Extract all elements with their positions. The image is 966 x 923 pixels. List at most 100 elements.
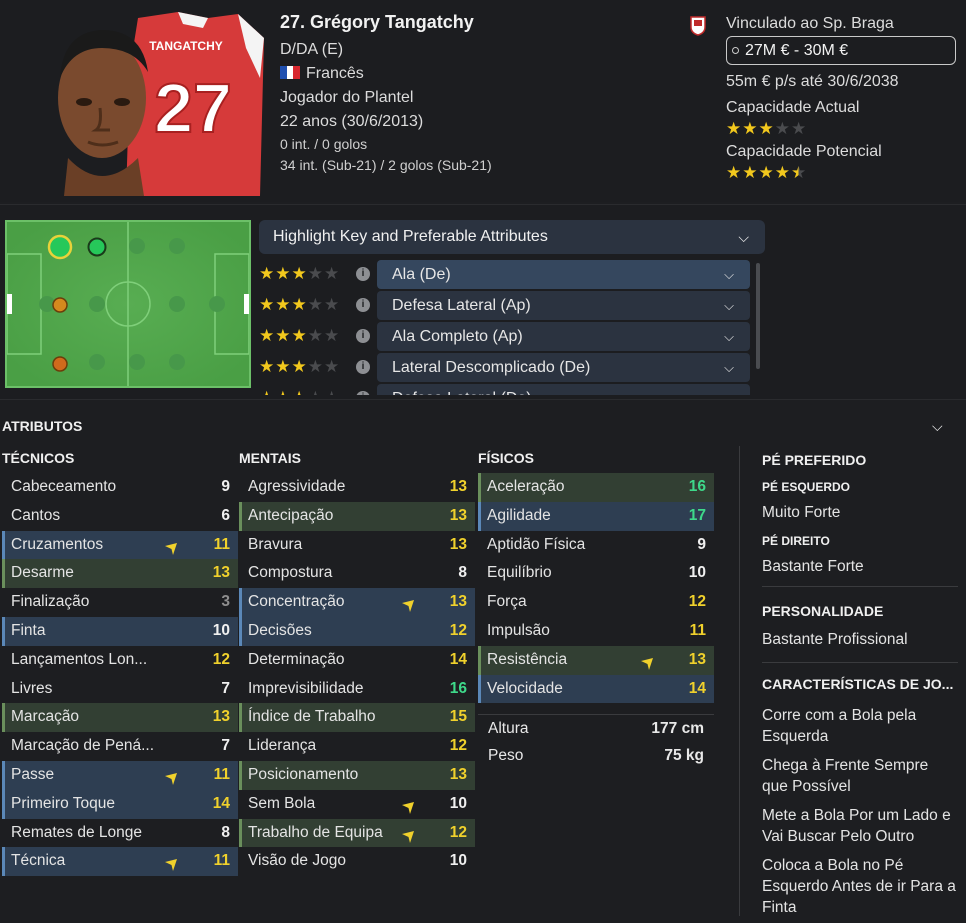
attribute-label: Velocidade <box>487 679 563 697</box>
left-foot-value: Muito Forte <box>762 504 841 521</box>
info-icon[interactable]: i <box>356 329 370 343</box>
role-row[interactable]: ★ ★ ★ ★ ★ i Ala (De) ⌵ <box>258 260 750 289</box>
role-row[interactable]: ★ ★ ★ ★ ★ i Defesa Lateral (Ap) ⌵ <box>258 291 750 320</box>
role-key-arrow-icon <box>164 538 178 555</box>
accomplished-position-marker[interactable] <box>87 237 107 257</box>
role-rating-stars: ★★★★★ <box>259 265 339 283</box>
physical-attribute-row[interactable]: Velocidade 14 <box>478 674 714 704</box>
attribute-label: Bravura <box>248 535 303 553</box>
physical-attribute-row[interactable]: Agilidade 17 <box>478 501 714 531</box>
star-icon: ★ <box>259 295 275 314</box>
mental-attribute-row[interactable]: Imprevisibilidade 16 <box>239 675 475 704</box>
roles-dropdown[interactable]: Highlight Key and Preferable Attributes … <box>259 220 765 254</box>
club-crest-icon[interactable] <box>690 16 706 36</box>
mental-attribute-row[interactable]: Antecipação 13 <box>239 501 475 531</box>
unconvincing-position-marker[interactable] <box>52 297 68 313</box>
role-row[interactable]: ★ ★ ★ ★ ★ i Ala Completo (Ap) ⌵ <box>258 322 750 351</box>
technical-attribute-row[interactable]: Passe 11 <box>2 760 238 790</box>
attribute-label: Desarme <box>11 564 74 582</box>
technical-attribute-row[interactable]: Cabeceamento 9 <box>2 473 238 502</box>
mental-attribute-row[interactable]: Bravura 13 <box>239 531 475 560</box>
attribute-label: Posicionamento <box>248 765 359 783</box>
star-icon: ★ <box>742 163 758 182</box>
mental-attribute-row[interactable]: Determinação 14 <box>239 646 475 675</box>
technical-attribute-row[interactable]: Lançamentos Lon... 12 <box>2 646 238 675</box>
info-icon[interactable]: i <box>356 391 370 395</box>
player-nationality-row: Francês <box>280 62 700 86</box>
mental-attribute-row[interactable]: Posicionamento 13 <box>239 760 475 790</box>
mental-attribute-row[interactable]: Visão de Jogo 10 <box>239 847 475 876</box>
attribute-value: 12 <box>688 593 706 611</box>
natural-position-marker[interactable] <box>47 234 73 260</box>
attribute-value: 7 <box>221 737 230 755</box>
roles-scrollbar[interactable] <box>756 263 760 369</box>
info-icon[interactable]: i <box>356 298 370 312</box>
role-button[interactable]: Defesa Lateral (Ap) ⌵ <box>377 291 750 320</box>
role-label: Defesa Lateral (Ap) <box>392 297 531 314</box>
mental-attribute-row[interactable]: Sem Bola 10 <box>239 790 475 819</box>
attributes-title: ATRIBUTOS <box>2 418 83 434</box>
technical-attribute-row[interactable]: Livres 7 <box>2 675 238 704</box>
technical-attribute-row[interactable]: Primeiro Toque 14 <box>2 789 238 819</box>
star-icon: ★ <box>774 119 790 138</box>
technical-attribute-row[interactable]: Técnica 11 <box>2 847 238 877</box>
physical-attribute-row[interactable]: Força 12 <box>478 588 714 617</box>
unconvincing-position-marker[interactable] <box>52 356 68 372</box>
role-button[interactable]: Defesa Lateral (De) ⌵ <box>377 384 750 395</box>
info-icon[interactable]: i <box>356 267 370 281</box>
technical-attribute-row[interactable]: Marcação de Pená... 7 <box>2 732 238 761</box>
position-pitch[interactable] <box>5 220 251 388</box>
attribute-value: 11 <box>689 621 706 639</box>
technical-attribute-row[interactable]: Remates de Longe 8 <box>2 819 238 848</box>
chevron-down-icon[interactable]: ⌵ <box>932 418 943 435</box>
mental-attribute-row[interactable]: Índice de Trabalho 15 <box>239 703 475 733</box>
attribute-label: Aceleração <box>487 478 565 495</box>
chevron-down-icon: ⌵ <box>724 384 734 395</box>
player-squad-status: Jogador do Plantel <box>280 89 414 106</box>
mental-attribute-row[interactable]: Compostura 8 <box>239 559 475 588</box>
mental-attribute-row[interactable]: Trabalho de Equipa 12 <box>239 818 475 848</box>
role-rating-stars: ★★★★★ <box>259 327 339 345</box>
physical-attribute-row[interactable]: Aceleração 16 <box>478 473 714 502</box>
technical-attribute-row[interactable]: Marcação 13 <box>2 703 238 733</box>
technical-attribute-row[interactable]: Cruzamentos 11 <box>2 530 238 560</box>
info-icon[interactable]: i <box>356 360 370 374</box>
roles-dropdown-label: Highlight Key and Preferable Attributes <box>273 228 548 245</box>
mental-attribute-row[interactable]: Agressividade 13 <box>239 473 475 502</box>
mental-attribute-row[interactable]: Concentração 13 <box>239 588 475 617</box>
position-section: Highlight Key and Preferable Attributes … <box>0 204 966 400</box>
attribute-value: 14 <box>212 794 230 812</box>
technical-attribute-row[interactable]: Desarme 13 <box>2 559 238 589</box>
physical-attribute-row[interactable]: Equilíbrio 10 <box>478 559 714 588</box>
attribute-value: 10 <box>449 852 467 870</box>
transfer-value-box[interactable]: 27M € - 30M € <box>726 36 956 65</box>
attribute-value: 13 <box>449 593 467 611</box>
club-info: Vinculado ao Sp. Braga 27M € - 30M € 55m… <box>690 12 960 184</box>
mental-attribute-row[interactable]: Decisões 12 <box>239 616 475 646</box>
attribute-value: 9 <box>221 478 230 495</box>
role-rating-stars: ★★★★★ <box>259 389 339 396</box>
physical-attribute-row[interactable]: Resistência 13 <box>478 645 714 675</box>
mental-attribute-row[interactable]: Liderança 12 <box>239 732 475 761</box>
physical-attribute-row[interactable]: Impulsão 11 <box>478 617 714 646</box>
player-age: 22 anos (30/6/2013) <box>280 113 424 130</box>
role-row[interactable]: ★ ★ ★ ★ ★ i Lateral Descomplicado (De) ⌵ <box>258 353 750 382</box>
technical-attribute-row[interactable]: Cantos 6 <box>2 502 238 531</box>
physical-attribute-row[interactable]: Aptidão Física 9 <box>478 531 714 560</box>
contract-club[interactable]: Vinculado ao Sp. Braga <box>690 12 960 36</box>
technical-attribute-row[interactable]: Finta 10 <box>2 616 238 646</box>
current-ability-label: Capacidade Actual <box>726 99 860 116</box>
role-button[interactable]: Ala (De) ⌵ <box>377 260 750 289</box>
star-icon: ★ <box>308 389 323 396</box>
role-row[interactable]: ★★★★★ i Defesa Lateral (De)⌵ <box>258 384 750 395</box>
star-icon: ★ <box>791 163 807 182</box>
attribute-value: 10 <box>212 621 230 639</box>
technical-attribute-row[interactable]: Finalização 3 <box>2 588 238 617</box>
role-button[interactable]: Lateral Descomplicado (De) ⌵ <box>377 353 750 382</box>
role-button[interactable]: Ala Completo (Ap) ⌵ <box>377 322 750 351</box>
star-icon: ★ <box>324 389 339 396</box>
star-icon: ★ <box>291 357 307 376</box>
value-indicator-icon <box>732 47 739 54</box>
personality-value: Bastante Profissional <box>762 631 908 648</box>
technical-title: TÉCNICOS <box>2 450 75 466</box>
